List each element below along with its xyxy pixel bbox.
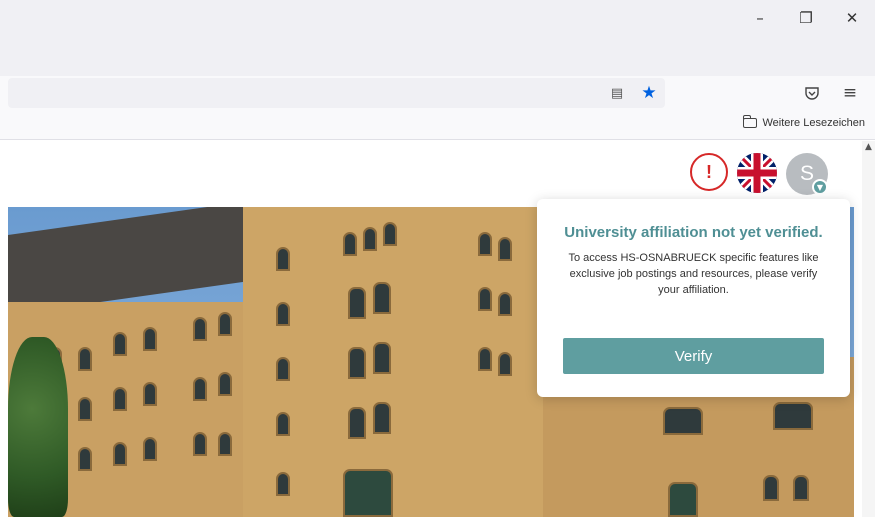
verify-button[interactable]: Verify — [563, 338, 824, 374]
building-window — [373, 342, 391, 374]
building-window — [218, 432, 232, 456]
minimize-icon[interactable]: – — [737, 0, 783, 36]
building-window — [343, 469, 393, 517]
web-page: ! S ▼ University affiliation not yet ver… — [0, 141, 862, 517]
other-bookmarks-folder[interactable]: Weitere Lesezeichen — [743, 115, 865, 129]
building-window — [373, 282, 391, 314]
building-window — [478, 287, 492, 311]
bookmark-star-icon[interactable]: ★ — [640, 83, 658, 103]
affiliation-popup: University affiliation not yet verified.… — [537, 199, 850, 397]
alert-icon[interactable]: ! — [690, 153, 728, 191]
building-window — [478, 347, 492, 371]
pocket-icon[interactable] — [803, 84, 821, 102]
navigation-bar: ▤ ★ ≡ — [0, 76, 875, 110]
restore-icon[interactable]: ❐ — [783, 0, 829, 36]
popup-title: University affiliation not yet verified. — [564, 224, 823, 241]
building-window — [348, 287, 366, 319]
building-window — [348, 347, 366, 379]
close-icon[interactable]: ✕ — [829, 0, 875, 36]
building-window — [663, 407, 703, 435]
building-window — [78, 397, 92, 421]
building-window — [193, 317, 207, 341]
building-window — [78, 447, 92, 471]
browser-title-bar: – ❐ ✕ — [0, 0, 875, 76]
building-window — [363, 227, 377, 251]
chevron-down-icon[interactable]: ▼ — [812, 179, 828, 195]
page-scrollbar[interactable]: ▲ — [862, 141, 875, 517]
other-bookmarks-label: Weitere Lesezeichen — [762, 117, 865, 129]
bookmarks-toolbar: Weitere Lesezeichen — [0, 110, 875, 140]
building-window — [78, 347, 92, 371]
scroll-up-icon[interactable]: ▲ — [862, 141, 875, 153]
building-window — [793, 475, 809, 501]
building-window — [143, 382, 157, 406]
building-window — [143, 327, 157, 351]
reader-view-icon[interactable]: ▤ — [608, 84, 626, 102]
building-window — [348, 407, 366, 439]
tree — [8, 337, 68, 517]
building-window — [383, 222, 397, 246]
popup-body: To access HS-OSNABRUECK specific feature… — [568, 252, 819, 296]
building-window — [773, 402, 813, 430]
building-window — [143, 437, 157, 461]
building-window — [276, 412, 290, 436]
building-window — [113, 387, 127, 411]
building-window — [276, 357, 290, 381]
building-window — [343, 232, 357, 256]
building-window — [218, 312, 232, 336]
uk-flag-icon[interactable] — [737, 153, 777, 193]
building-window — [668, 482, 698, 517]
folder-icon — [743, 115, 758, 128]
building-window — [193, 432, 207, 456]
building-window — [763, 475, 779, 501]
building-window — [276, 302, 290, 326]
url-bar[interactable]: ▤ ★ — [8, 78, 665, 108]
building-window — [193, 377, 207, 401]
hamburger-menu-icon[interactable]: ≡ — [840, 83, 860, 103]
building-window — [498, 237, 512, 261]
building-window — [498, 292, 512, 316]
building-window — [498, 352, 512, 376]
building-window — [276, 472, 290, 496]
building-roof — [8, 207, 248, 315]
building-window — [113, 332, 127, 356]
building-window — [373, 402, 391, 434]
building-window — [276, 247, 290, 271]
building-window — [478, 232, 492, 256]
window-controls: – ❐ ✕ — [737, 0, 875, 36]
building-window — [218, 372, 232, 396]
building-window — [113, 442, 127, 466]
